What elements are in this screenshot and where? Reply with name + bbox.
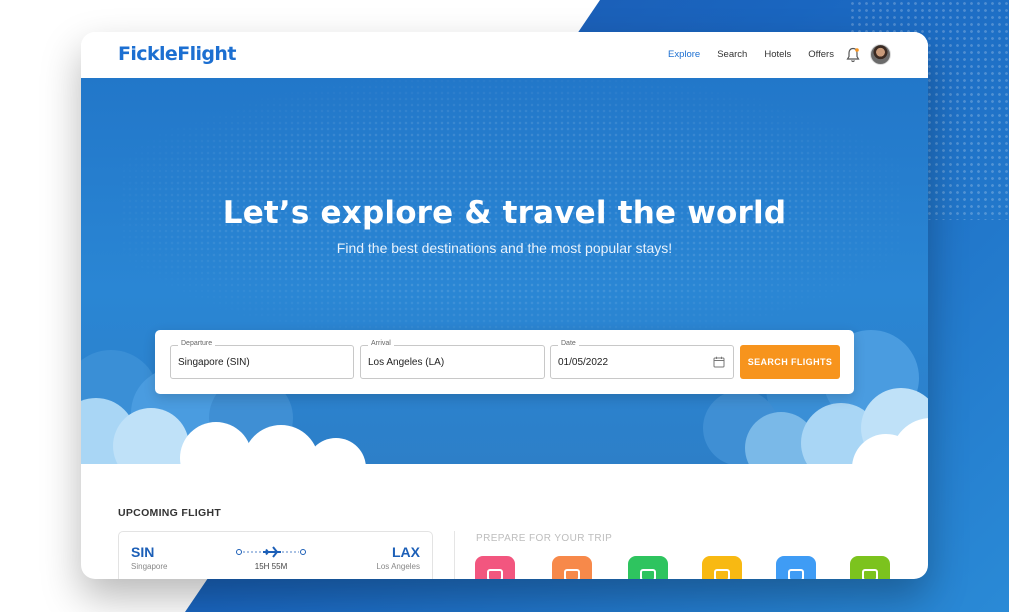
nav-explore[interactable]: Explore: [668, 49, 700, 60]
bell-icon[interactable]: [846, 47, 860, 63]
upcoming-flight-title: UPCOMING FLIGHT: [118, 507, 222, 519]
hero-subtitle: Find the best destinations and the most …: [336, 240, 673, 256]
date-label: Date: [558, 340, 579, 347]
main-nav: Explore Search Hotels Offers: [668, 49, 851, 60]
flight-search-form: Departure Singapore (SIN) Arrival Los An…: [155, 330, 854, 394]
avatar[interactable]: [870, 44, 891, 65]
train-icon[interactable]: [702, 556, 742, 579]
nav-offers[interactable]: Offers: [808, 49, 834, 60]
search-flights-button[interactable]: SEARCH FLIGHTS: [740, 345, 840, 379]
movie-icon[interactable]: [850, 556, 890, 579]
flight-route-icon: [236, 546, 306, 558]
departure-field[interactable]: Departure Singapore (SIN): [170, 340, 354, 379]
arrival-label: Arrival: [368, 340, 394, 347]
departure-value: Singapore (SIN): [178, 357, 250, 368]
section-divider: [454, 531, 455, 579]
flight-duration: 15H 55M: [254, 562, 288, 571]
car-icon[interactable]: [776, 556, 816, 579]
nav-search[interactable]: Search: [717, 49, 747, 60]
upcoming-flight-card[interactable]: SIN Singapore 15H 55M LAX Los Angeles: [118, 531, 433, 579]
destination-city: Los Angeles: [376, 562, 420, 571]
date-field[interactable]: Date 01/05/2022: [550, 340, 734, 379]
restaurant-icon[interactable]: [628, 556, 668, 579]
departure-label: Departure: [178, 340, 216, 347]
origin-code: SIN: [131, 544, 155, 560]
logo[interactable]: FickleFlight: [118, 43, 236, 65]
nav-hotels[interactable]: Hotels: [764, 49, 791, 60]
top-nav-bar: FickleFlight Explore Search Hotels Offer…: [81, 32, 928, 78]
hero-title: Let’s explore & travel the world: [222, 195, 787, 231]
arrival-value: Los Angeles (LA): [368, 357, 445, 368]
ticket-icon[interactable]: [552, 556, 592, 579]
arrival-field[interactable]: Arrival Los Angeles (LA): [360, 340, 545, 379]
origin-city: Singapore: [131, 562, 168, 571]
calendar-icon[interactable]: [713, 356, 725, 368]
destination-code: LAX: [392, 544, 420, 560]
hero-banner: Let’s explore & travel the world Find th…: [81, 78, 928, 464]
prepare-for-trip-title: PREPARE FOR YOUR TRIP: [476, 533, 613, 544]
date-value: 01/05/2022: [558, 357, 609, 368]
luggage-icon[interactable]: [475, 556, 515, 579]
app-window: FickleFlight Explore Search Hotels Offer…: [81, 32, 928, 579]
